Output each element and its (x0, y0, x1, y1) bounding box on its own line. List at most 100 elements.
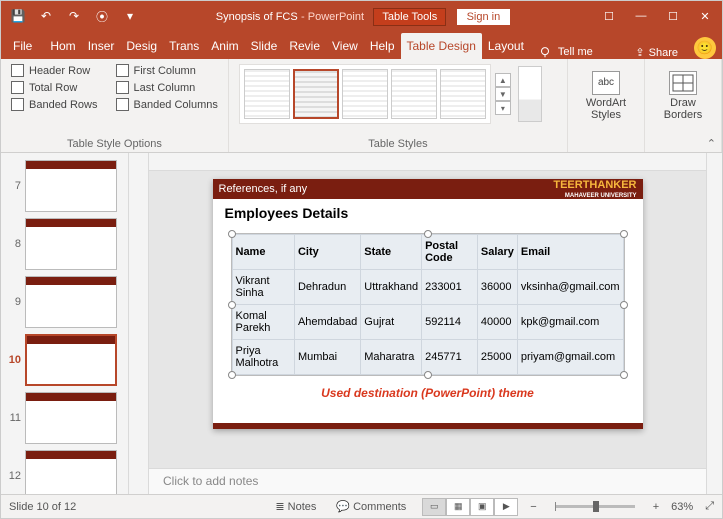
resize-handle[interactable] (620, 371, 628, 379)
save-button[interactable]: 💾 (5, 3, 31, 29)
resize-handle[interactable] (620, 230, 628, 238)
tab-help[interactable]: Help (364, 33, 401, 59)
table-cell[interactable]: vksinha@gmail.com (517, 270, 623, 305)
tab-design[interactable]: Desig (120, 33, 163, 59)
resize-handle[interactable] (228, 371, 236, 379)
table-cell[interactable]: Priya Malhotra (232, 340, 294, 375)
resize-handle[interactable] (228, 301, 236, 309)
comments-button[interactable]: 💬Comments (332, 500, 410, 513)
tab-layout[interactable]: Layout (482, 33, 530, 59)
tab-slideshow[interactable]: Slide (245, 33, 284, 59)
thumbnail-slide-12[interactable]: 12 (1, 447, 128, 494)
table-style-option[interactable] (342, 69, 388, 119)
table-style-option[interactable] (244, 69, 290, 119)
feedback-button[interactable]: 🙂 (694, 37, 716, 59)
ribbon-display-button[interactable]: ☐ (596, 4, 622, 28)
tab-view[interactable]: View (326, 33, 364, 59)
table-cell[interactable]: 36000 (477, 270, 517, 305)
table-cell[interactable]: Gujrat (361, 305, 422, 340)
normal-view-button[interactable]: ▭ (422, 498, 446, 516)
slide-canvas[interactable]: References, if any TEERTHANKERMAHAVEER U… (149, 171, 706, 468)
slide-title[interactable]: Employees Details (213, 199, 643, 227)
redo-button[interactable]: ↷ (61, 3, 87, 29)
checkbox-first-column[interactable]: First Column (116, 64, 218, 77)
table-style-option[interactable] (293, 69, 339, 119)
table-object[interactable]: NameCityStatePostal CodeSalaryEmailVikra… (231, 233, 625, 376)
gallery-more-button[interactable]: ▾ (495, 101, 511, 115)
checkbox-header-row[interactable]: Header Row (11, 64, 98, 77)
checkbox-banded-columns[interactable]: Banded Columns (116, 98, 218, 111)
close-button[interactable]: ✕ (692, 4, 718, 28)
table-cell[interactable]: Ahemdabad (294, 305, 360, 340)
notes-pane[interactable]: Click to add notes (149, 468, 706, 494)
table-style-option[interactable] (440, 69, 486, 119)
tab-home[interactable]: Hom (44, 33, 81, 59)
tab-insert[interactable]: Inser (82, 33, 121, 59)
table-cell[interactable]: Vikrant Sinha (232, 270, 294, 305)
fit-to-window-button[interactable]: ⤢ (705, 500, 714, 513)
vertical-scrollbar[interactable] (706, 153, 722, 494)
start-slideshow-button[interactable]: ⦿ (89, 3, 115, 29)
table-cell[interactable]: Uttrakhand (361, 270, 422, 305)
checkbox-last-column[interactable]: Last Column (116, 81, 218, 94)
wordart-styles-button[interactable]: abc WordArt Styles (578, 64, 634, 128)
collapse-ribbon-button[interactable]: ⌃ (707, 137, 716, 150)
resize-handle[interactable] (620, 301, 628, 309)
share-button[interactable]: ⇪ Share (625, 46, 688, 59)
table-header[interactable]: Email (517, 235, 623, 270)
draw-borders-button[interactable]: Draw Borders (655, 64, 711, 128)
tell-me-search[interactable]: Tell me (530, 45, 601, 59)
resize-handle[interactable] (424, 230, 432, 238)
zoom-out-button[interactable]: − (530, 501, 536, 513)
table-header[interactable]: Postal Code (422, 235, 478, 270)
table-row[interactable]: Priya MalhotraMumbaiMaharatra24577125000… (232, 340, 623, 375)
gallery-down-button[interactable]: ▼ (495, 87, 511, 101)
table-header[interactable]: State (361, 235, 422, 270)
shading-button[interactable] (518, 66, 542, 122)
table-style-option[interactable] (391, 69, 437, 119)
slide-thumbnails-panel[interactable]: 789101112 (1, 153, 129, 494)
table-row[interactable]: Komal ParekhAhemdabadGujrat59211440000kp… (232, 305, 623, 340)
zoom-in-button[interactable]: + (653, 501, 659, 513)
slide-counter[interactable]: Slide 10 of 12 (9, 501, 76, 513)
table-cell[interactable]: Mumbai (294, 340, 360, 375)
notes-button[interactable]: ≣Notes (271, 500, 320, 513)
table-styles-gallery[interactable] (239, 64, 491, 124)
gallery-up-button[interactable]: ▲ (495, 73, 511, 87)
zoom-level[interactable]: 63% (671, 501, 693, 513)
table-cell[interactable]: 592114 (422, 305, 478, 340)
resize-handle[interactable] (424, 371, 432, 379)
table-cell[interactable]: kpk@gmail.com (517, 305, 623, 340)
checkbox-banded-rows[interactable]: Banded Rows (11, 98, 98, 111)
slideshow-view-button[interactable]: ▶ (494, 498, 518, 516)
thumbnail-slide-9[interactable]: 9 (1, 273, 128, 331)
maximize-button[interactable]: ☐ (660, 4, 686, 28)
table-cell[interactable]: priyam@gmail.com (517, 340, 623, 375)
thumbnail-slide-11[interactable]: 11 (1, 389, 128, 447)
table-cell[interactable]: 233001 (422, 270, 478, 305)
undo-button[interactable]: ↶ (33, 3, 59, 29)
qat-more-button[interactable]: ▾ (117, 3, 143, 29)
table-header[interactable]: Salary (477, 235, 517, 270)
tab-animations[interactable]: Anim (205, 33, 244, 59)
checkbox-total-row[interactable]: Total Row (11, 81, 98, 94)
sign-in-button[interactable]: Sign in (456, 8, 512, 26)
thumbnail-slide-8[interactable]: 8 (1, 215, 128, 273)
table-cell[interactable]: 25000 (477, 340, 517, 375)
table-cell[interactable]: 245771 (422, 340, 478, 375)
tab-file[interactable]: File (1, 33, 44, 59)
resize-handle[interactable] (228, 230, 236, 238)
zoom-slider[interactable] (555, 505, 635, 508)
table-row[interactable]: Vikrant SinhaDehradunUttrakhand233001360… (232, 270, 623, 305)
minimize-button[interactable]: — (628, 4, 654, 28)
tab-review[interactable]: Revie (283, 33, 326, 59)
table-cell[interactable]: 40000 (477, 305, 517, 340)
tab-transitions[interactable]: Trans (163, 33, 205, 59)
table-cell[interactable]: Dehradun (294, 270, 360, 305)
reading-view-button[interactable]: ▣ (470, 498, 494, 516)
table-header[interactable]: City (294, 235, 360, 270)
table-cell[interactable]: Maharatra (361, 340, 422, 375)
table-header[interactable]: Name (232, 235, 294, 270)
thumbnail-slide-7[interactable]: 7 (1, 157, 128, 215)
table-cell[interactable]: Komal Parekh (232, 305, 294, 340)
